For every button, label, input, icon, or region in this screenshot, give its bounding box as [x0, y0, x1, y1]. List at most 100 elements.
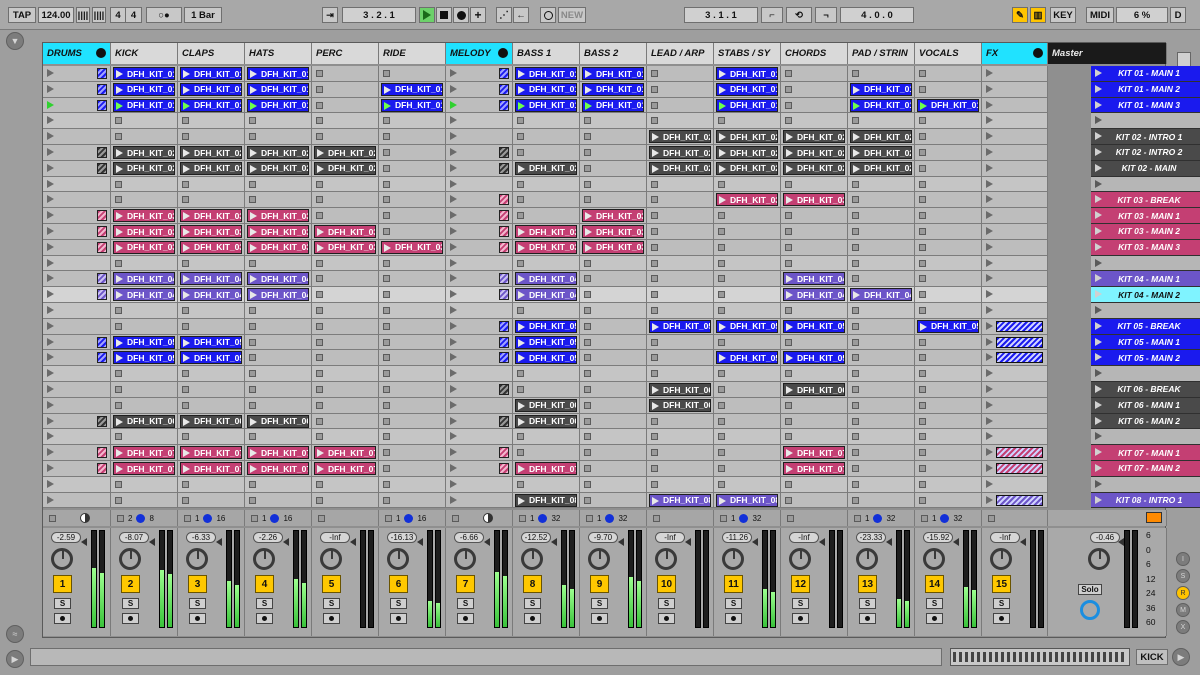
clip-stop-button[interactable] — [651, 243, 658, 251]
pan-knob[interactable] — [203, 513, 213, 523]
clip-slot[interactable]: DFH_KIT_06 — [245, 413, 312, 430]
clip-slot[interactable] — [312, 271, 379, 288]
clip-slot[interactable] — [43, 382, 111, 398]
clip[interactable]: DFH_KIT_07 — [247, 462, 309, 475]
clip-stop-button[interactable] — [182, 480, 189, 488]
track-stop-button[interactable] — [49, 514, 56, 522]
clip-slot[interactable]: DFH_KIT_04 — [781, 287, 848, 303]
clip-slot[interactable] — [848, 334, 915, 351]
clip-slot[interactable] — [848, 176, 915, 193]
clip-stop-button[interactable] — [383, 417, 390, 425]
clip[interactable]: DFH_KIT_01 — [582, 82, 644, 96]
clip-slot[interactable] — [43, 113, 111, 130]
clip-stop-button[interactable] — [651, 212, 658, 220]
clip[interactable]: DFH_KIT_02 — [180, 146, 242, 159]
clip[interactable]: DFH_KIT_01 — [113, 98, 175, 112]
clip-stop-button[interactable] — [718, 417, 725, 425]
clip-slot[interactable]: DFH_KIT_07 — [111, 461, 178, 477]
clip-stop-button[interactable] — [383, 164, 390, 172]
group-launch-icon[interactable] — [986, 306, 993, 314]
group-launch-icon[interactable] — [986, 321, 993, 330]
clip-slot[interactable] — [982, 303, 1048, 319]
clip-slot[interactable] — [915, 382, 982, 398]
clip-stop-button[interactable] — [919, 196, 926, 204]
clip-slot[interactable] — [43, 239, 111, 256]
clip-slot[interactable] — [446, 366, 513, 382]
clip-slot[interactable] — [781, 81, 848, 98]
clip-slot[interactable] — [647, 176, 714, 193]
clip-slot[interactable] — [446, 334, 513, 351]
clip[interactable]: DFH_KIT_03 — [247, 240, 309, 254]
clip-play-icon[interactable] — [518, 228, 525, 236]
clip-slot[interactable] — [111, 492, 178, 509]
clip-stop-button[interactable] — [316, 386, 323, 393]
clip-slot[interactable] — [312, 382, 379, 398]
clip-slot[interactable] — [915, 81, 982, 98]
clip-slot[interactable] — [982, 97, 1048, 114]
clip-slot[interactable] — [647, 461, 714, 477]
clip-slot[interactable]: DFH_KIT_01 — [915, 97, 982, 114]
clip-play-icon[interactable] — [250, 228, 257, 236]
clip-stop-button[interactable] — [517, 307, 524, 314]
clip-stop-button[interactable] — [919, 449, 926, 457]
clip-play-icon[interactable] — [652, 164, 659, 173]
clip-play-icon[interactable] — [786, 149, 793, 157]
scene-play-icon[interactable] — [1095, 132, 1102, 141]
arm-button[interactable] — [189, 613, 206, 625]
clip-stop-button[interactable] — [852, 370, 859, 378]
clip-slot[interactable] — [446, 350, 513, 367]
volume-slider-icon[interactable] — [752, 538, 758, 547]
scene-launch[interactable]: KIT 01 - MAIN 3 — [1091, 97, 1200, 114]
clip-slot[interactable]: DFH_KIT_07 — [513, 461, 580, 477]
clip-slot[interactable] — [446, 413, 513, 430]
pan-knob[interactable] — [605, 513, 615, 523]
clip-play-icon[interactable] — [250, 449, 257, 458]
clip-slot[interactable]: DFH_KIT_02 — [647, 145, 714, 161]
clip-stop-button[interactable] — [919, 401, 926, 409]
track-header-fx[interactable]: FX — [982, 43, 1048, 64]
clip-slot[interactable] — [43, 303, 111, 319]
track-activator-button[interactable]: 8 — [523, 575, 542, 594]
solo-button[interactable]: S — [926, 598, 943, 610]
master-solo-button[interactable]: Solo — [1078, 584, 1102, 596]
clip-play-icon[interactable] — [250, 164, 257, 173]
clip-play-icon[interactable] — [719, 85, 726, 94]
clip-stop-button[interactable] — [316, 180, 323, 188]
clip-play-icon[interactable] — [250, 291, 257, 300]
clip-stop-button[interactable] — [316, 417, 323, 425]
info-view-toggle-button[interactable]: ▶ — [6, 650, 24, 668]
clip-slot[interactable]: DFH_KIT_03 — [178, 208, 245, 224]
group-launch-icon[interactable] — [450, 163, 457, 172]
clip-stop-button[interactable] — [919, 212, 926, 220]
clip-stop-button[interactable] — [115, 496, 122, 504]
clip-slot[interactable] — [312, 192, 379, 209]
clip-slot[interactable]: DFH_KIT_03 — [245, 224, 312, 240]
pan-knob[interactable] — [521, 548, 543, 571]
clip[interactable]: DFH_KIT_01 — [180, 98, 242, 112]
clip-stop-button[interactable] — [182, 401, 189, 409]
scene-play-icon[interactable] — [1095, 179, 1102, 188]
clip-stop-button[interactable] — [651, 180, 658, 188]
clip-slot[interactable]: DFH_KIT_06 — [647, 397, 714, 414]
clip-slot[interactable] — [781, 334, 848, 351]
clip-slot[interactable] — [178, 429, 245, 446]
volume-value[interactable]: -9.70 — [588, 532, 618, 544]
clip-slot[interactable] — [848, 224, 915, 240]
clip-slot[interactable]: DFH_KIT_05 — [178, 350, 245, 367]
clip[interactable]: DFH_KIT_05 — [515, 335, 577, 349]
volume-value[interactable]: -6.66 — [454, 532, 484, 544]
track-stop-button[interactable] — [318, 514, 325, 522]
solo-button[interactable]: S — [323, 598, 340, 610]
clip-slot[interactable]: DFH_KIT_01 — [580, 66, 647, 82]
clip-stop-button[interactable] — [919, 259, 926, 267]
clip-slot[interactable]: DFH_KIT_02 — [312, 145, 379, 161]
track-stop-button[interactable] — [787, 514, 794, 522]
clip-stop-button[interactable] — [785, 307, 792, 314]
clip-play-icon[interactable] — [116, 101, 123, 110]
clip-slot[interactable] — [178, 382, 245, 398]
clip[interactable]: DFH_KIT_03 — [314, 225, 376, 238]
clip-slot[interactable] — [111, 318, 178, 335]
clip[interactable]: DFH_KIT_03 — [783, 193, 845, 207]
clip-slot[interactable] — [513, 129, 580, 145]
group-launch-icon[interactable] — [986, 274, 993, 283]
